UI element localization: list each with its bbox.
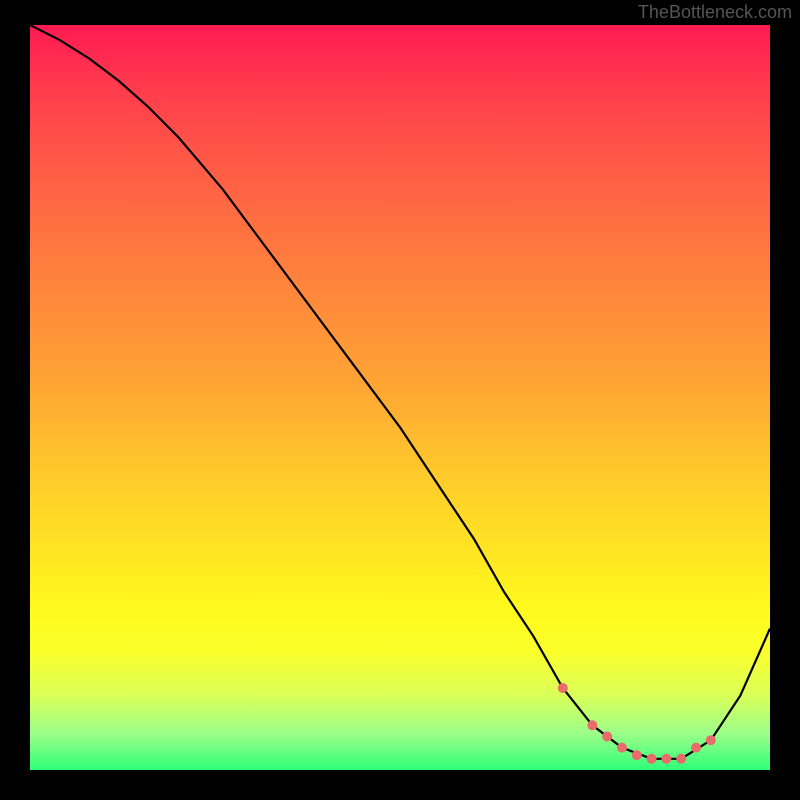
marker-zone bbox=[558, 683, 716, 764]
marker-dot bbox=[602, 732, 612, 742]
marker-dot bbox=[661, 754, 671, 764]
chart-plot-area bbox=[30, 25, 770, 770]
bottleneck-curve bbox=[30, 25, 770, 759]
marker-dot bbox=[706, 735, 716, 745]
marker-dot bbox=[558, 683, 568, 693]
marker-dot bbox=[632, 750, 642, 760]
watermark-text: TheBottleneck.com bbox=[638, 2, 792, 23]
marker-dot bbox=[587, 720, 597, 730]
marker-dot bbox=[647, 754, 657, 764]
marker-dot bbox=[617, 743, 627, 753]
marker-dot bbox=[691, 743, 701, 753]
marker-dot bbox=[676, 754, 686, 764]
chart-svg bbox=[30, 25, 770, 770]
